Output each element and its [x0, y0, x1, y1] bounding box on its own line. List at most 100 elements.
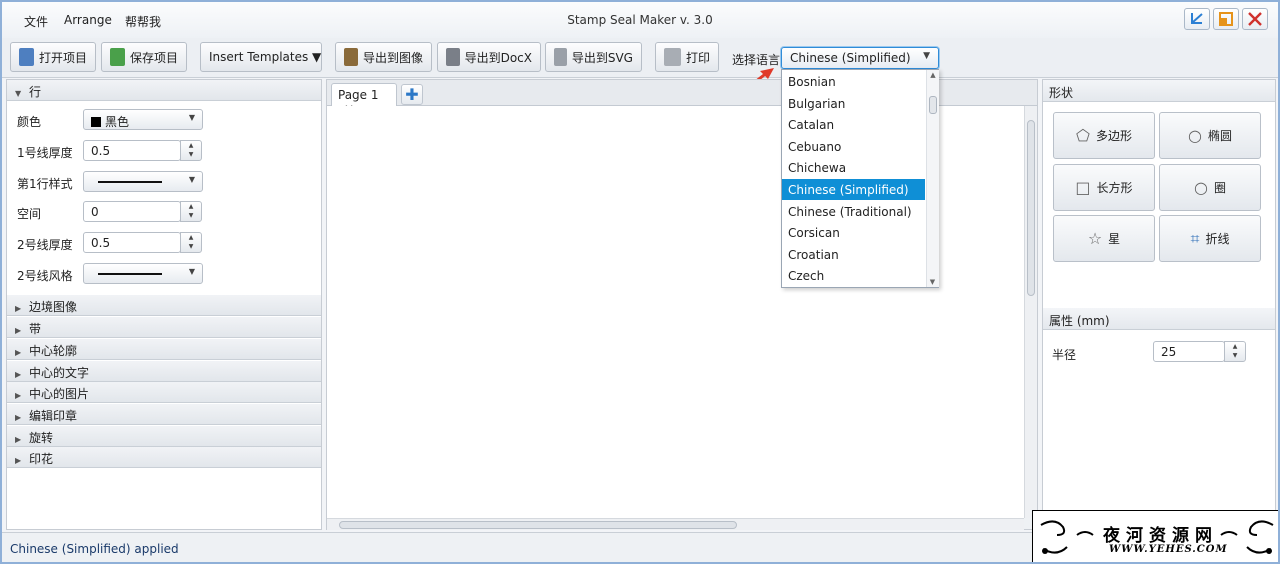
- triangle-right-icon: ▶: [15, 304, 22, 313]
- section-center-outline[interactable]: ▶ 中心轮廓: [7, 339, 321, 360]
- properties-panel: ▼ 行 颜色 黑色 ▼ 1号线厚度 0.5 ▲ ▼ 第1行样式 ▼ 空间 0 ▲ ▼ …: [6, 79, 322, 530]
- triangle-right-icon: ▶: [15, 435, 22, 444]
- window-title: Stamp Seal Maker v. 3.0: [567, 13, 713, 27]
- thickness2-input[interactable]: 0.5: [83, 232, 181, 253]
- space-input[interactable]: 0: [83, 201, 181, 222]
- triangle-down-icon: ▼: [15, 89, 22, 98]
- thickness1-spinner[interactable]: ▲ ▼: [180, 140, 202, 161]
- document-icon: [446, 48, 460, 66]
- watermark: 夜河资源网 WWW.YEHES.COM: [1032, 510, 1278, 562]
- language-option[interactable]: Czech: [782, 265, 925, 286]
- chevron-down-icon[interactable]: ▼: [927, 277, 938, 287]
- star-button[interactable]: ☆ 星: [1053, 215, 1155, 262]
- language-option[interactable]: Corsican: [782, 222, 925, 243]
- thickness1-label: 1号线厚度: [17, 146, 73, 160]
- line-sample: [98, 181, 162, 183]
- scroll-thumb[interactable]: [339, 521, 737, 529]
- properties-header: 属性 (mm): [1043, 308, 1275, 330]
- printer-icon: [664, 48, 681, 66]
- open-project-button[interactable]: 打开项目: [10, 42, 96, 72]
- language-option[interactable]: Bosnian: [782, 71, 925, 92]
- thickness2-label: 2号线厚度: [17, 238, 73, 252]
- language-option[interactable]: Chichewa: [782, 157, 925, 178]
- section-band[interactable]: ▶ 带: [7, 317, 321, 338]
- add-page-button[interactable]: ✚: [401, 84, 423, 105]
- ornament-right-icon: [1220, 520, 1274, 554]
- line-sample: [98, 273, 162, 275]
- chevron-down-icon: ▼: [188, 175, 195, 184]
- color-label: 颜色: [17, 115, 42, 129]
- polygon-button[interactable]: ⬠ 多边形: [1053, 112, 1155, 159]
- language-dropdown-list: Bosnian Bulgarian Catalan Cebuano Chiche…: [781, 69, 939, 288]
- language-option[interactable]: Bulgarian: [782, 93, 925, 114]
- watermark-title: 夜河资源网: [1103, 526, 1218, 546]
- language-option-selected[interactable]: Chinese (Simplified): [782, 179, 925, 200]
- language-option[interactable]: Catalan: [782, 114, 925, 135]
- vertical-scrollbar[interactable]: [1024, 106, 1037, 518]
- insert-templates-button[interactable]: Insert Templates ▼: [200, 42, 322, 72]
- space-spinner[interactable]: ▲ ▼: [180, 201, 202, 222]
- dropdown-scrollbar[interactable]: ▲ ▼: [926, 70, 939, 287]
- status-text: Chinese (Simplified) applied: [10, 542, 179, 556]
- polyline-icon: ⌗: [1190, 228, 1200, 248]
- radius-spinner[interactable]: ▲ ▼: [1224, 341, 1246, 362]
- export-image-button[interactable]: 导出到图像: [335, 42, 432, 72]
- ellipse-button[interactable]: ○ 椭圆: [1159, 112, 1261, 159]
- close-icon[interactable]: [1242, 8, 1268, 30]
- thickness2-spinner[interactable]: ▲ ▼: [180, 232, 202, 253]
- style2-label: 2号线风格: [17, 269, 73, 283]
- section-rotate[interactable]: ▶ 旋转: [7, 426, 321, 447]
- section-line-header[interactable]: ▼ 行: [7, 80, 321, 101]
- circle-button[interactable]: ○ 圈: [1159, 164, 1261, 211]
- thickness1-input[interactable]: 0.5: [83, 140, 181, 161]
- chevron-down-icon: ▼: [188, 267, 195, 276]
- circle-icon: ○: [1188, 126, 1202, 145]
- title-bar: 文件 Arrange 帮帮我 Stamp Seal Maker v. 3.0: [2, 2, 1278, 38]
- rectangle-button[interactable]: □ 长方形: [1053, 164, 1155, 211]
- tab-page-1[interactable]: Page 1 ✕: [331, 83, 397, 116]
- save-icon: [110, 48, 125, 66]
- export-docx-button[interactable]: 导出到DocX: [437, 42, 541, 72]
- star-icon: ☆: [1087, 229, 1103, 248]
- color-select[interactable]: 黑色 ▼: [83, 109, 203, 130]
- toolbar: 打开项目 保存项目 Insert Templates ▼ 导出到图像 导出到Do…: [2, 38, 1278, 78]
- circle-icon: ○: [1194, 178, 1208, 197]
- style1-select[interactable]: ▼: [83, 171, 203, 192]
- maximize-icon[interactable]: [1213, 8, 1239, 30]
- shapes-header: 形状: [1043, 80, 1275, 102]
- scroll-thumb[interactable]: [1027, 120, 1035, 296]
- section-center-text[interactable]: ▶ 中心的文字: [7, 361, 321, 382]
- color-swatch: [91, 117, 101, 127]
- chevron-up-icon[interactable]: ▲: [927, 70, 939, 80]
- ornament-left-icon: [1040, 520, 1094, 554]
- triangle-right-icon: ▶: [15, 348, 22, 357]
- triangle-right-icon: ▶: [15, 456, 22, 465]
- pentagon-icon: ⬠: [1076, 126, 1090, 145]
- language-option[interactable]: Cebuano: [782, 136, 925, 157]
- restore-icon[interactable]: [1184, 8, 1210, 30]
- print-button[interactable]: 打印: [655, 42, 719, 72]
- polyline-button[interactable]: ⌗ 折线: [1159, 215, 1261, 262]
- section-center-image[interactable]: ▶ 中心的图片: [7, 382, 321, 403]
- save-project-button[interactable]: 保存项目: [101, 42, 187, 72]
- section-stamp[interactable]: ▶ 印花: [7, 447, 321, 468]
- shapes-panel: 形状 ⬠ 多边形 ○ 椭圆 □ 长方形 ○ 圈 ☆ 星 ⌗ 折线 属性 (mm) 半径 25…: [1042, 79, 1276, 530]
- image-icon: [344, 48, 358, 66]
- style2-select[interactable]: ▼: [83, 263, 203, 284]
- language-select[interactable]: Chinese (Simplified) ▼: [781, 47, 939, 69]
- radius-input[interactable]: 25: [1153, 341, 1225, 362]
- section-border-image[interactable]: ▶ 边境图像: [7, 295, 321, 316]
- chevron-down-icon: ▼: [923, 51, 930, 61]
- scroll-thumb[interactable]: [929, 96, 937, 114]
- app-window: 文件 Arrange 帮帮我 Stamp Seal Maker v. 3.0 打…: [0, 0, 1280, 564]
- language-option[interactable]: Chinese (Traditional): [782, 201, 925, 222]
- horizontal-scrollbar[interactable]: [327, 518, 1024, 530]
- export-svg-button[interactable]: 导出到SVG: [545, 42, 642, 72]
- space-label: 空间: [17, 207, 42, 221]
- triangle-right-icon: ▶: [15, 391, 22, 400]
- language-option[interactable]: Croatian: [782, 244, 925, 265]
- style1-label: 第1行样式: [17, 177, 73, 191]
- chevron-down-icon: ▼: [188, 113, 195, 122]
- section-edit-seal[interactable]: ▶ 编辑印章: [7, 404, 321, 425]
- radius-label: 半径: [1052, 348, 1077, 362]
